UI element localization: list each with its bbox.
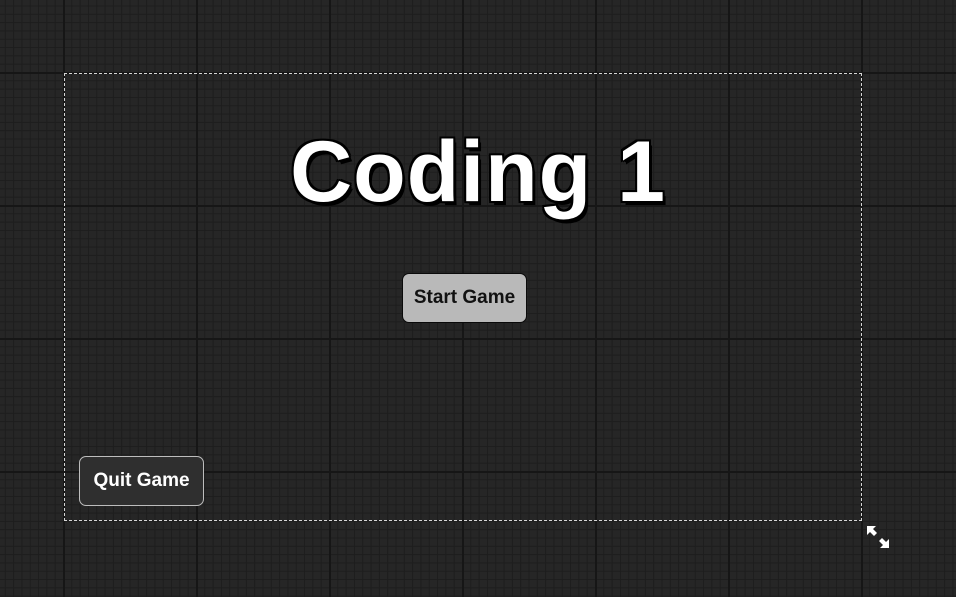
resize-icon[interactable] (866, 525, 890, 549)
quit-game-button[interactable]: Quit Game (79, 456, 204, 506)
resize-arrows-icon (867, 526, 889, 548)
start-game-button-label: Start Game (413, 287, 516, 308)
quit-game-button-label: Quit Game (93, 470, 190, 491)
start-game-button[interactable]: Start Game (402, 273, 527, 323)
game-title: Coding 1 (290, 124, 666, 220)
